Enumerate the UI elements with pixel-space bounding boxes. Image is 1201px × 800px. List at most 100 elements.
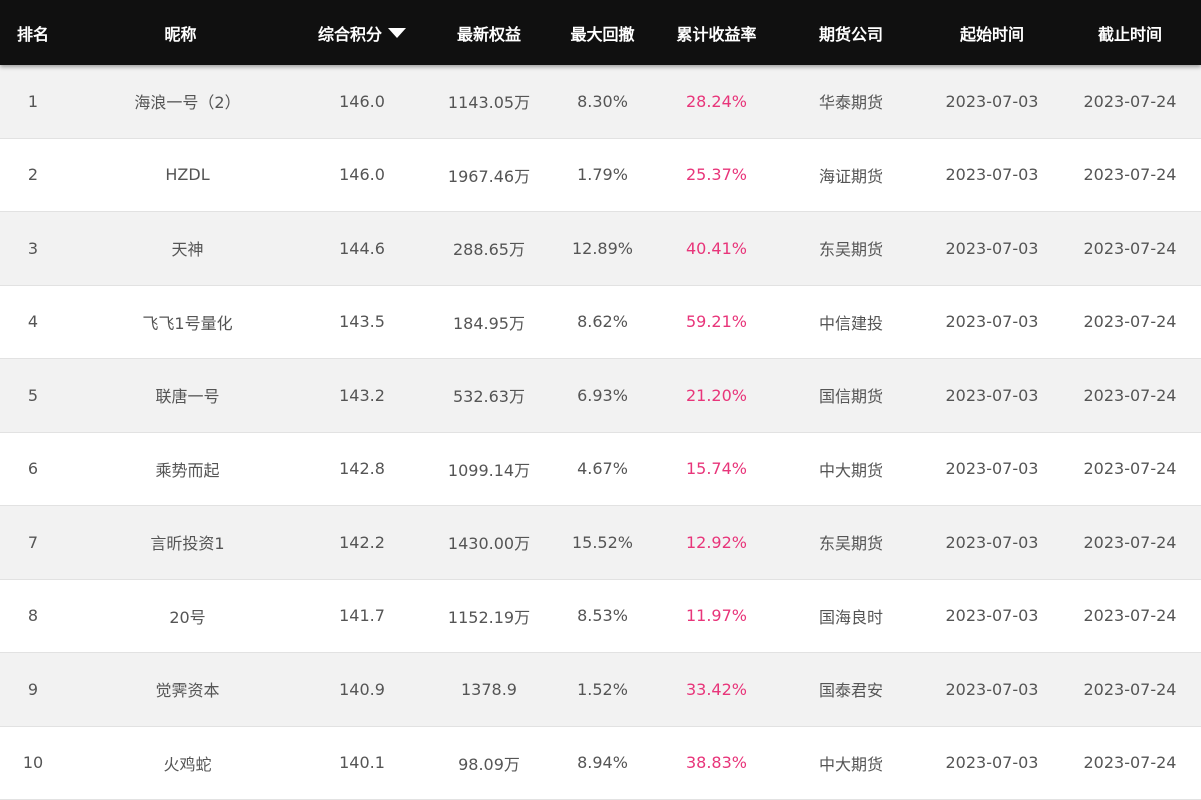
cell-rank: 5 — [27, 385, 39, 405]
header-name[interactable]: 昵称 — [66, 0, 295, 65]
cell-company: 东吴期货 — [818, 534, 883, 554]
triangle-down-icon[interactable] — [388, 28, 406, 38]
cell-name: 20号 — [169, 607, 206, 627]
cell-rank: 8 — [27, 606, 39, 626]
cell-end-time: 2023-07-24 — [1083, 606, 1177, 626]
cell-start-time: 2023-07-03 — [945, 238, 1039, 258]
cell-equity: 184.95万 — [453, 313, 525, 333]
header-score-label: 综合积分 — [317, 24, 382, 44]
header-rank[interactable]: 排名 — [0, 0, 66, 65]
cell-return-rate: 59.21% — [685, 312, 747, 332]
header-return-rate[interactable]: 累计收益率 — [656, 0, 777, 65]
cell-rank: 10 — [22, 753, 44, 773]
cell-score: 144.6 — [339, 238, 385, 258]
cell-end-time: 2023-07-24 — [1083, 532, 1177, 552]
cell-return-rate: 40.41% — [685, 238, 747, 258]
cell-return-rate: 25.37% — [685, 165, 747, 185]
cell-drawdown: 8.94% — [577, 753, 628, 773]
cell-end-time: 2023-07-24 — [1083, 385, 1177, 405]
cell-company: 中信建投 — [818, 313, 883, 333]
table-row[interactable]: 8 20号 141.7 1152.19万 8.53% 11.97% 国海良时 2023-07-… — [0, 579, 1201, 653]
cell-drawdown: 6.93% — [577, 385, 628, 405]
table-body: 1 海浪一号（2） 146.0 1143.05万 8.30% 28.24% 华泰期货 2023… — [0, 65, 1201, 800]
table-row[interactable]: 5 联唐一号 143.2 532.63万 6.93% 21.20% 国信期货 2023-07-… — [0, 359, 1201, 433]
cell-drawdown: 15.52% — [571, 532, 633, 552]
cell-score: 143.2 — [339, 385, 385, 405]
header-drawdown[interactable]: 最大回撤 — [549, 0, 656, 65]
cell-return-rate: 21.20% — [685, 385, 747, 405]
cell-score: 142.8 — [339, 459, 385, 479]
cell-equity: 1152.19万 — [447, 607, 531, 627]
table-row[interactable]: 7 言昕投资1 142.2 1430.00万 15.52% 12.92% 东吴期货 2023-… — [0, 506, 1201, 580]
cell-name: 联唐一号 — [155, 387, 220, 407]
cell-equity: 1967.46万 — [447, 166, 531, 186]
cell-start-time: 2023-07-03 — [945, 459, 1039, 479]
cell-name: 乘势而起 — [155, 460, 220, 480]
cell-company: 国泰君安 — [818, 681, 883, 701]
cell-name: 海浪一号（2） — [134, 93, 241, 113]
cell-return-rate: 28.24% — [685, 91, 747, 111]
cell-name: 言昕投资1 — [150, 534, 225, 554]
cell-end-time: 2023-07-24 — [1083, 753, 1177, 773]
cell-equity: 1430.00万 — [447, 534, 531, 554]
cell-name: 觉霁资本 — [155, 681, 220, 701]
cell-start-time: 2023-07-03 — [945, 532, 1039, 552]
cell-company: 海证期货 — [818, 166, 883, 186]
table-row[interactable]: 6 乘势而起 142.8 1099.14万 4.67% 15.74% 中大期货 2023-07… — [0, 432, 1201, 506]
cell-name: 飞飞1号量化 — [142, 313, 233, 333]
cell-score: 140.1 — [339, 753, 385, 773]
cell-rank: 2 — [27, 165, 39, 185]
cell-end-time: 2023-07-24 — [1083, 238, 1177, 258]
cell-company: 国信期货 — [818, 387, 883, 407]
cell-end-time: 2023-07-24 — [1083, 312, 1177, 332]
cell-company: 中大期货 — [818, 460, 883, 480]
cell-return-rate: 15.74% — [685, 459, 747, 479]
table-row[interactable]: 3 天神 144.6 288.65万 12.89% 40.41% 东吴期货 2023-07-0… — [0, 212, 1201, 286]
cell-start-time: 2023-07-03 — [945, 753, 1039, 773]
cell-rank: 1 — [27, 91, 39, 111]
cell-end-time: 2023-07-24 — [1083, 165, 1177, 185]
cell-name: HZDL — [165, 165, 210, 185]
table-row[interactable]: 4 飞飞1号量化 143.5 184.95万 8.62% 59.21% 中信建投 2023-0… — [0, 285, 1201, 359]
cell-equity: 1143.05万 — [447, 93, 531, 113]
cell-name: 火鸡蛇 — [163, 754, 212, 774]
cell-company: 华泰期货 — [818, 93, 883, 113]
cell-rank: 4 — [27, 312, 39, 332]
cell-return-rate: 11.97% — [685, 606, 747, 626]
cell-rank: 9 — [27, 679, 39, 699]
table-header: 排名 昵称 综合积分 最新权益 最大回撤 累计收益率 期货公司 起始时间 截止时… — [0, 0, 1201, 65]
cell-end-time: 2023-07-24 — [1083, 679, 1177, 699]
header-score-sortable[interactable]: 综合积分 — [295, 0, 429, 65]
ranking-table: 排名 昵称 综合积分 最新权益 最大回撤 累计收益率 期货公司 起始时间 截止时… — [0, 0, 1201, 800]
cell-company: 东吴期货 — [818, 240, 883, 260]
cell-score: 142.2 — [339, 532, 385, 552]
cell-return-rate: 12.92% — [685, 532, 747, 552]
table-row[interactable]: 2 HZDL 146.0 1967.46万 1.79% 25.37% 海证期货 2023-07… — [0, 138, 1201, 212]
cell-rank: 6 — [27, 459, 39, 479]
header-start-time[interactable]: 起始时间 — [925, 0, 1059, 65]
table-row[interactable]: 9 觉霁资本 140.9 1378.9 1.52% 33.42% 国泰君安 2023-07-0… — [0, 653, 1201, 727]
cell-start-time: 2023-07-03 — [945, 679, 1039, 699]
cell-equity: 532.63万 — [453, 387, 525, 407]
header-end-time[interactable]: 截止时间 — [1059, 0, 1201, 65]
header-equity[interactable]: 最新权益 — [429, 0, 549, 65]
cell-drawdown: 8.30% — [577, 91, 628, 111]
cell-score: 146.0 — [339, 91, 385, 111]
cell-equity: 98.09万 — [458, 754, 520, 774]
cell-company: 国海良时 — [818, 607, 883, 627]
table-row[interactable]: 1 海浪一号（2） 146.0 1143.05万 8.30% 28.24% 华泰期货 2023… — [0, 65, 1201, 139]
cell-equity: 1099.14万 — [447, 460, 531, 480]
table-row[interactable]: 10 火鸡蛇 140.1 98.09万 8.94% 38.83% 中大期货 2023-07-0… — [0, 726, 1201, 800]
cell-drawdown: 12.89% — [571, 238, 633, 258]
cell-start-time: 2023-07-03 — [945, 606, 1039, 626]
cell-score: 146.0 — [339, 165, 385, 185]
header-company[interactable]: 期货公司 — [777, 0, 925, 65]
cell-equity: 288.65万 — [453, 240, 525, 260]
cell-start-time: 2023-07-03 — [945, 165, 1039, 185]
cell-rank: 3 — [27, 238, 39, 258]
cell-start-time: 2023-07-03 — [945, 91, 1039, 111]
cell-drawdown: 8.53% — [577, 606, 628, 626]
cell-return-rate: 38.83% — [685, 753, 747, 773]
cell-company: 中大期货 — [818, 754, 883, 774]
cell-score: 140.9 — [339, 679, 385, 699]
